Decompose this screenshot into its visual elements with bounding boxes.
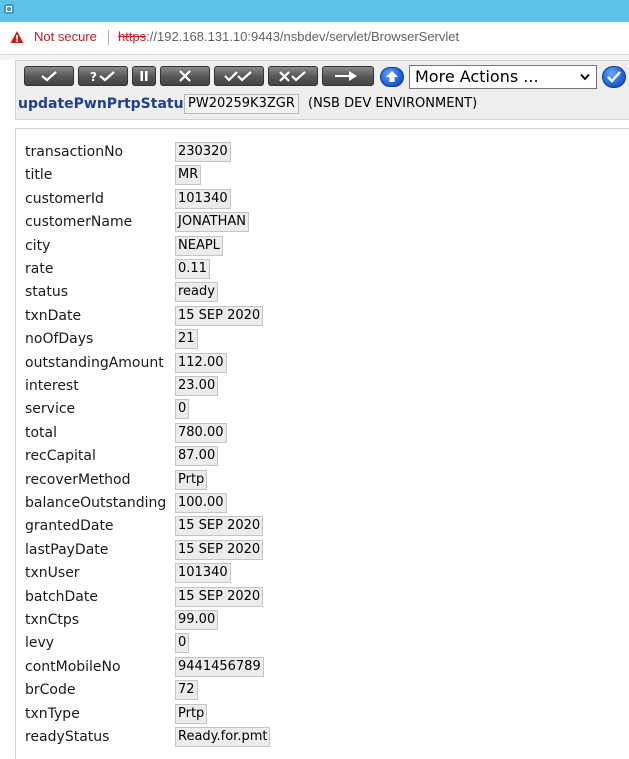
address-divider [108,30,109,45]
url-path: ://192.168.131.10:9443/nsbdev/servlet/Br… [146,29,460,44]
checkmark-icon [607,71,621,83]
field-label: outstandingAmount [25,354,164,371]
field-value[interactable]: Ready.for.pmt [175,727,271,747]
field-value[interactable]: JONATHAN [175,212,250,233]
field-value[interactable]: 87.00 [175,446,219,467]
delete-button[interactable] [160,66,210,86]
field-label: recoverMethod [25,471,131,488]
field-value[interactable]: Prtp [175,469,208,490]
field-label: total [25,424,58,441]
field-label: lastPayDate [25,541,109,558]
field-label: levy [25,635,55,652]
field-label: txnCtps [25,612,80,628]
field-value[interactable]: 72 [175,680,198,701]
field-label: contMobileNo [25,658,121,675]
record-form: transactionNo 230320 title MR customerId… [15,128,629,759]
command-name: updatePwnPrtpStatus [18,96,192,112]
field-value[interactable]: 101340 [175,188,231,209]
field-label: service [25,401,76,418]
field-value[interactable]: 112.00 [175,352,227,373]
more-actions-value: More Actions ... [415,67,539,86]
field-value[interactable]: 100.00 [175,493,227,513]
browser-title-bar [0,0,629,22]
field-label: customerName [25,214,133,231]
field-value[interactable]: MR [175,165,202,186]
field-label: city [25,237,51,254]
field-label: status [25,284,69,301]
question-check-icon: ? [90,70,115,82]
field-label: transactionNo [25,144,124,160]
play-icon [335,71,357,81]
field-label: rate [25,261,54,277]
field-label: readyStatus [25,729,110,745]
field-label: brCode [25,682,76,699]
url-scheme: https [118,29,147,44]
validate-button[interactable]: ? [78,66,128,86]
cross-check-icon [279,71,306,82]
dropdown-chevron-icon [580,73,590,81]
field-value[interactable]: ready [175,282,218,303]
record-id-field[interactable]: PW20259K3ZGR [184,94,299,114]
field-value[interactable]: NEAPL [175,235,223,256]
pause-icon [140,71,148,81]
run-button[interactable] [322,66,374,86]
up-arrow-icon [386,71,398,82]
field-value[interactable]: 0 [175,633,190,654]
field-label: txnUser [25,565,80,582]
commit-button[interactable] [24,66,74,86]
field-label: grantedDate [25,518,114,535]
field-label: txnType [25,705,80,722]
field-label: balanceOutstanding [25,495,167,511]
svg-text:?: ? [90,70,97,82]
checkmark-icon [41,71,57,82]
field-value[interactable]: Prtp [175,703,208,724]
field-value[interactable]: 0.11 [175,259,210,279]
hold-button[interactable] [132,66,156,86]
cross-icon [179,70,191,82]
field-label: txnDate [25,307,82,324]
url-text[interactable]: https://192.168.131.10:9443/nsbdev/servl… [118,29,459,44]
double-check-icon [224,71,252,82]
field-value[interactable]: 9441456789 [175,656,264,677]
field-value[interactable]: 15 SEP 2020 [175,305,264,326]
field-value[interactable]: 21 [175,329,198,350]
field-label: batchDate [25,588,98,605]
field-value[interactable]: 780.00 [175,422,227,443]
field-value[interactable]: 0 [175,399,190,420]
address-bar[interactable]: Not secure https://192.168.131.10:9443/n… [0,22,629,55]
field-value[interactable]: 15 SEP 2020 [175,539,264,560]
upload-button[interactable] [380,67,404,87]
field-label: interest [25,378,79,394]
field-value[interactable]: 230320 [175,142,231,162]
authorise-button[interactable] [214,66,264,86]
field-label: customerId [25,190,104,207]
device-icon [4,4,14,14]
field-label: recCapital [25,448,96,465]
field-value[interactable]: 15 SEP 2020 [175,516,264,537]
field-label: title [25,167,53,184]
toolbar-panel: ? More Actions ... updatePwnPrtpStatus P… [15,60,629,120]
more-actions-select[interactable]: More Actions ... [409,65,597,89]
field-value[interactable]: 15 SEP 2020 [175,586,264,607]
field-value[interactable]: 23.00 [175,376,219,396]
go-button[interactable] [602,66,626,88]
warning-icon [10,31,24,43]
field-label: noOfDays [25,331,94,348]
security-label[interactable]: Not secure [34,29,97,44]
field-value[interactable]: 101340 [175,563,231,584]
environment-label: (NSB DEV ENVIRONMENT) [308,96,478,111]
field-value[interactable]: 99.00 [175,610,219,630]
reverse-button[interactable] [268,66,318,86]
